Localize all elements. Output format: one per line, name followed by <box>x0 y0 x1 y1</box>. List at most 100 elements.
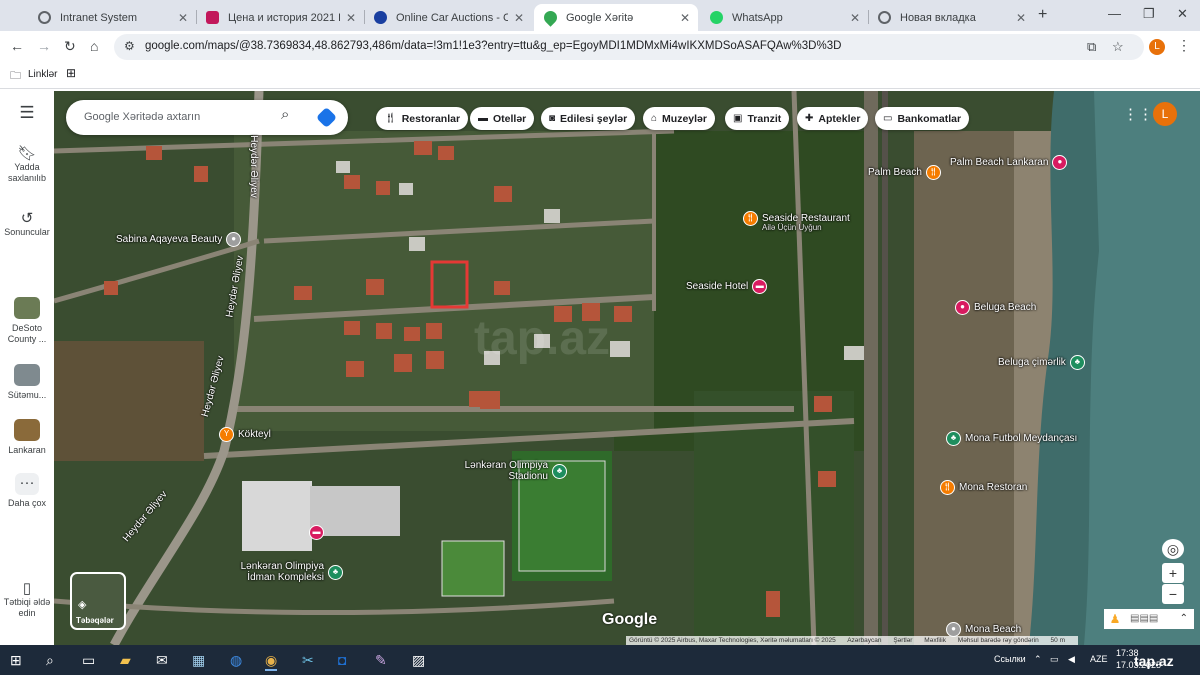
chip-transit[interactable]: ▣ Tranzit <box>725 107 790 130</box>
profile-avatar[interactable]: L <box>1149 39 1165 55</box>
poi-seaside-hotel[interactable]: Seaside Hotel ▬ <box>682 279 768 294</box>
close-icon[interactable]: ✕ <box>680 11 690 25</box>
feedback-link[interactable]: Məhsul barədə rəy göndərin <box>958 637 1039 644</box>
sidebar-item-lankaran[interactable]: Lankaran <box>0 419 54 456</box>
bookmark-links[interactable]: Linklər <box>28 69 57 80</box>
watermark-text: tap.az <box>474 312 611 365</box>
network-app-icon[interactable]: ▦ <box>192 652 205 669</box>
tab-new[interactable]: Новая вкладка ✕ <box>868 4 1034 31</box>
poi-olimpiya-kompleksi[interactable]: Lənkəran Olimpiya İdman Kompleksi ♣ <box>220 561 350 583</box>
zoom-out-button[interactable]: − <box>1162 584 1184 604</box>
address-bar[interactable]: ⚙ google.com/maps/@38.7369834,48.862793,… <box>114 34 1144 60</box>
poi-olimpiya-stadionu[interactable]: Lənkəran Olimpiya Stadionu ♣ <box>434 460 574 482</box>
poi-beluga-beach[interactable]: ● Beluga Beach <box>955 300 1040 315</box>
task-view-icon[interactable]: ▭ <box>82 652 95 669</box>
sidebar-item-desoto[interactable]: DeSoto County ... <box>0 297 54 345</box>
volume-icon[interactable]: ◀ <box>1068 654 1075 665</box>
maps-search-box[interactable]: Google Xəritədə axtarın ⌕ <box>66 100 348 135</box>
tap-az-watermark: tap.az <box>1134 653 1174 669</box>
my-location-button[interactable]: ◎ <box>1162 539 1184 559</box>
map-canvas[interactable]: tap.az Google Xəritədə axtarın ⌕ 🍴︎ Resto… <box>54 91 1200 645</box>
imagery-thumbnail-icon[interactable]: ▤▤▤ <box>1130 613 1158 624</box>
tab-whatsapp[interactable]: WhatsApp ✕ <box>700 4 868 31</box>
apps-grid-icon[interactable]: ⊞ <box>66 66 76 80</box>
restore-icon[interactable]: ❐ <box>1143 6 1155 22</box>
chip-things-to-do[interactable]: ◙ Edilesi şeylər <box>541 107 636 130</box>
poi-palm-beach[interactable]: Palm Beach 🍴︎ <box>864 165 941 180</box>
close-icon[interactable]: ✕ <box>178 11 188 25</box>
chip-museums[interactable]: ⌂ Muzeylər <box>643 107 715 130</box>
search-icon[interactable]: ⌕ <box>46 652 54 669</box>
poi-mona-beach[interactable]: ● Mona Beach <box>946 622 1025 637</box>
search-input[interactable]: Google Xəritədə axtarın <box>84 111 200 123</box>
url-text[interactable]: google.com/maps/@38.7369834,48.862793,48… <box>145 40 841 52</box>
photos-icon[interactable]: ▨ <box>412 652 425 669</box>
poi-label: Seaside Hotel <box>686 281 749 292</box>
directions-icon[interactable] <box>315 106 338 129</box>
site-settings-icon[interactable]: ⚙ <box>124 39 135 53</box>
imagery-thumbnails[interactable]: ▤▤▤ ⌃ <box>1126 609 1194 629</box>
place-thumbnail <box>14 297 40 319</box>
chip-hotels[interactable]: ▬ Otellər <box>470 107 535 130</box>
tab-honda[interactable]: Цена и история 2021 Honda ✕ <box>196 4 364 31</box>
poi-kokteyl[interactable]: Y Kökteyl <box>219 427 275 442</box>
mail-icon[interactable]: ✉ <box>156 652 168 669</box>
close-icon[interactable]: ✕ <box>1016 11 1026 25</box>
input-language[interactable]: AZE <box>1090 654 1108 664</box>
paint-icon[interactable]: ✎ <box>375 652 387 669</box>
install-app-icon[interactable]: ⧉ <box>1087 39 1096 55</box>
windows-start-icon[interactable]: ⊞ <box>10 652 22 669</box>
close-icon[interactable]: ✕ <box>346 11 356 25</box>
sidebar-item-sutamu[interactable]: Sütəmu... <box>0 364 54 401</box>
links-toolbar-label[interactable]: Ссылки <box>994 654 1026 664</box>
chip-label: Edilesi şeylər <box>560 112 628 125</box>
menu-button[interactable]: ☰ <box>0 104 54 121</box>
zoom-in-button[interactable]: + <box>1162 563 1184 583</box>
sidebar-item-more[interactable]: ··· Daha çox <box>0 473 54 509</box>
outlook-icon[interactable]: ◘ <box>338 652 346 668</box>
minimize-icon[interactable]: — <box>1108 6 1121 21</box>
close-icon[interactable]: ✕ <box>514 11 524 25</box>
search-icon[interactable]: ⌕ <box>281 106 289 123</box>
poi-mona-futbol[interactable]: ♣ Mona Futbol Meydançası <box>946 431 1081 446</box>
file-explorer-icon[interactable]: ▰ <box>120 652 131 669</box>
reload-icon[interactable]: ↻ <box>64 38 76 55</box>
tray-chevron-icon[interactable]: ⌃ <box>1034 654 1042 665</box>
sidebar-item-get-app[interactable]: ▯ Tətbiqi əldə edin <box>0 581 54 619</box>
bookmark-star-icon[interactable]: ☆ <box>1112 39 1124 55</box>
chip-atms[interactable]: ▭ Bankomatlar <box>875 107 970 130</box>
restaurant-pin-icon: 🍴︎ <box>743 211 758 226</box>
poi-mona-restoran[interactable]: 🍴︎ Mona Restoran <box>940 480 1031 495</box>
poi-beluga-cimerlik[interactable]: Beluga çimərlik ♣ <box>994 355 1085 370</box>
layers-switcher[interactable]: ◈ Təbəqələr <box>70 572 126 630</box>
back-icon[interactable]: ← <box>10 38 24 54</box>
forward-icon[interactable]: → <box>37 38 51 54</box>
chevron-up-icon[interactable]: ⌃ <box>1180 609 1188 629</box>
terms-link[interactable]: Şərtlər <box>893 637 912 644</box>
network-icon[interactable]: ▭ <box>1050 654 1059 665</box>
tab-google-maps[interactable]: Google Xəritə ✕ <box>534 4 698 31</box>
tab-copart[interactable]: Online Car Auctions - Copart ✕ <box>364 4 532 31</box>
poi-sabina-aqayeva-beauty[interactable]: Sabina Aqayeva Beauty ● <box>112 232 242 247</box>
close-window-icon[interactable]: ✕ <box>1177 6 1188 22</box>
close-icon[interactable]: ✕ <box>850 11 860 25</box>
edge-icon[interactable]: ◍ <box>230 652 242 669</box>
privacy-link[interactable]: Məxfilik <box>924 637 946 644</box>
menu-icon[interactable]: ⋮ <box>1177 37 1191 54</box>
chrome-icon[interactable]: ◉ <box>265 652 278 671</box>
scale-label[interactable]: 50 m <box>1051 637 1065 644</box>
chip-restaurants[interactable]: 🍴︎ Restoranlar <box>376 107 469 130</box>
hotel-pin-icon[interactable]: ▬ <box>309 525 324 540</box>
snipping-tool-icon[interactable]: ✂ <box>302 652 314 669</box>
poi-palm-beach-lankaran[interactable]: Palm Beach Lankaran ● <box>946 155 1068 170</box>
account-avatar[interactable]: L <box>1153 102 1177 126</box>
country-label[interactable]: Azərbaycan <box>847 637 881 644</box>
sidebar-item-recent[interactable]: ↺ Sonuncular <box>0 211 54 238</box>
home-icon[interactable]: ⌂ <box>90 38 98 54</box>
new-tab-button[interactable]: + <box>1038 6 1047 24</box>
chip-pharmacies[interactable]: ✚ Aptekler <box>797 107 869 130</box>
street-view-pegman-icon[interactable]: ♟ <box>1104 609 1126 629</box>
sidebar-item-saved[interactable]: 🔖︎ Yadda saxlanılıb <box>0 146 54 184</box>
poi-seaside-restaurant[interactable]: 🍴︎ Seaside Restaurant Ailə Üçün Uyğun <box>743 211 854 232</box>
tab-intranet[interactable]: Intranet System ✕ <box>28 4 196 31</box>
